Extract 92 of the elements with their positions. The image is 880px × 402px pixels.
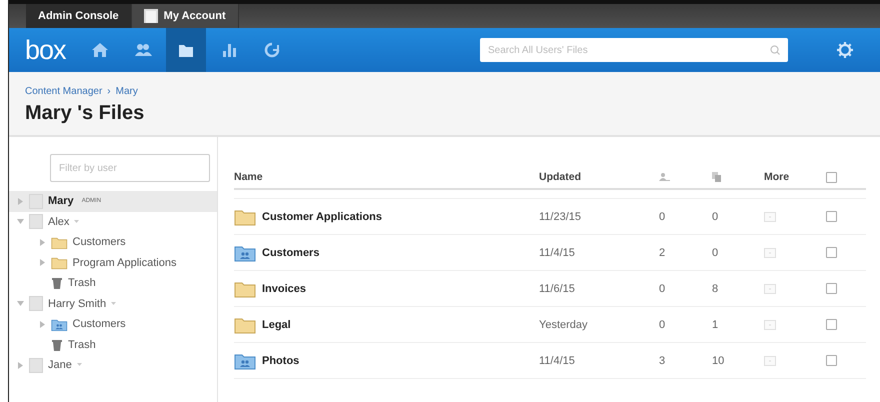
folder-name[interactable]: Invoices [262,282,306,294]
settings-icon[interactable] [836,41,854,59]
breadcrumb-link[interactable]: Mary [116,86,138,97]
expand-arrow-icon[interactable] [39,320,46,328]
row-checkbox[interactable] [826,283,837,294]
avatar-icon [29,358,43,373]
user-row[interactable]: Harry Smith [9,294,217,314]
table-cell-text: 3 [659,354,666,366]
folder-name: Customers [72,236,126,248]
user-row[interactable]: Alex [9,212,217,232]
user-name: Jane [48,359,72,372]
more-icon[interactable] [764,284,776,294]
row-checkbox[interactable] [826,211,837,222]
sync-icon [262,41,281,59]
folder-icon [234,316,256,334]
row-checkbox[interactable] [826,319,837,330]
folder-icon [51,236,68,249]
nav-button[interactable] [166,28,206,72]
more-icon[interactable] [764,212,776,222]
row-checkbox[interactable] [826,355,837,366]
page-title: Mary 's Files [25,102,146,125]
shared-folder-icon [234,244,256,262]
select-all-checkbox[interactable] [826,172,837,182]
more-icon[interactable] [764,320,776,330]
folder-name[interactable]: Legal [262,318,291,330]
table-cell-text: 10 [712,354,726,366]
search-field[interactable]: Search All Users' Files [480,38,788,62]
expand-arrow-icon[interactable] [39,259,46,266]
table-cell-text: Yesterday [539,318,589,330]
folder-name[interactable]: Customers [262,246,320,258]
user-name: Harry Smith [48,298,106,310]
folder-icon [234,208,256,226]
caret-icon[interactable] [76,363,82,368]
avatar-icon [29,296,43,312]
top-tab[interactable]: My Account [132,4,239,28]
table-cell-text: 0 [712,246,720,258]
table-cell-text: 1 [712,318,720,330]
column-header: More [764,171,790,183]
table-cell-text: 0 [659,318,666,330]
folder-name[interactable]: Photos [262,354,300,366]
home-icon [90,41,109,59]
user-name: Alex [48,216,70,228]
column-header[interactable]: Updated [539,171,659,183]
more-icon[interactable] [764,356,776,366]
expand-arrow-icon[interactable] [17,198,24,205]
folder-icon [234,280,256,298]
table-cell-text: 8 [712,282,720,294]
table-cell-text: 0 [712,210,720,222]
avatar-icon [144,9,158,23]
folder-name: Trash [68,338,96,351]
table-cell-text: 2 [659,246,666,258]
people-icon [659,172,670,182]
table-cell-text: 0 [659,210,666,222]
top-tab[interactable]: Admin Console [26,4,132,28]
more-icon[interactable] [764,248,776,258]
folder-name: Customers [72,318,126,330]
folder-row[interactable]: Customers [9,314,217,334]
files-icon [712,172,722,182]
table-cell-text: 11/4/15 [539,354,576,366]
caret-icon[interactable] [74,220,80,224]
user-name: Mary [48,195,74,208]
folder-row[interactable]: Trash [9,334,217,355]
table-cell-text: 11/23/15 [539,210,582,222]
search-icon [770,45,780,55]
table-cell-text: 11/6/15 [539,282,576,294]
table-cell-text: 0 [659,282,666,294]
folder-name[interactable]: Customer Applications [262,210,382,222]
row-checkbox[interactable] [826,247,837,258]
folder-icon [51,256,68,270]
folder-name: Program Applications [72,256,176,269]
avatar-icon [29,214,43,230]
expand-arrow-icon[interactable] [17,362,24,369]
table-cell-text: 11/4/15 [539,246,576,258]
folder-row[interactable]: Program Applications [9,252,217,273]
trash-icon [51,276,63,290]
folder-row[interactable]: Trash [9,273,217,294]
logo[interactable]: box [25,34,66,66]
collapse-arrow-icon[interactable] [17,218,24,226]
folder-row[interactable]: Customers [9,232,217,252]
collapse-arrow-icon[interactable] [17,300,24,308]
caret-icon[interactable] [111,302,116,306]
column-header[interactable]: Name [234,171,539,183]
filter-field[interactable]: Filter by user [50,154,210,182]
people-icon [134,41,152,59]
breadcrumb-link[interactable]: Content Manager [25,86,102,97]
shared-folder-icon [234,352,256,370]
shared-folder-icon [51,318,68,331]
trash-icon [51,338,63,352]
breadcrumb-separator: › [107,86,111,97]
user-row[interactable]: Jane [9,355,217,376]
expand-arrow-icon[interactable] [39,238,46,246]
folder-name: Trash [68,277,96,290]
